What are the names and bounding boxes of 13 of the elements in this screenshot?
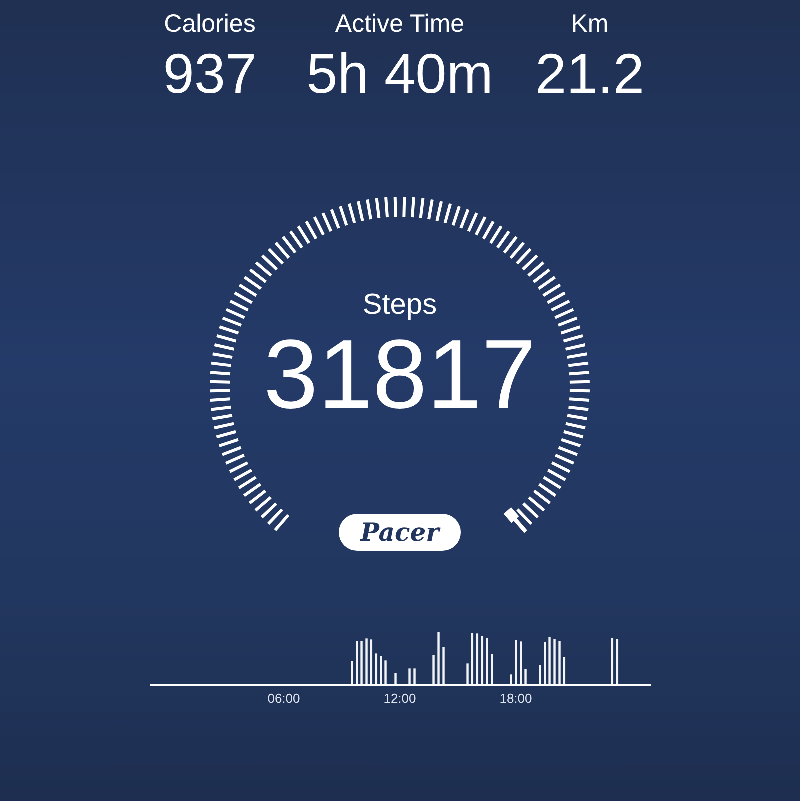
time-label: 12:00 <box>384 691 416 706</box>
brand-logo: Pacer <box>339 514 461 551</box>
gauge-marker <box>504 508 528 534</box>
stat-value: 937 <box>163 41 257 107</box>
time-label: 18:00 <box>500 691 532 706</box>
stat-label: Km <box>571 9 609 39</box>
gauge-label: Steps <box>362 288 438 322</box>
step-count: 31817 <box>264 322 536 426</box>
time-label: 06:00 <box>268 691 300 706</box>
stat-value: 5h 40m <box>306 41 494 107</box>
stat-label: Calories <box>164 9 256 39</box>
stat-label: Active Time <box>335 9 465 39</box>
stat-value: 21.2 <box>536 41 644 107</box>
